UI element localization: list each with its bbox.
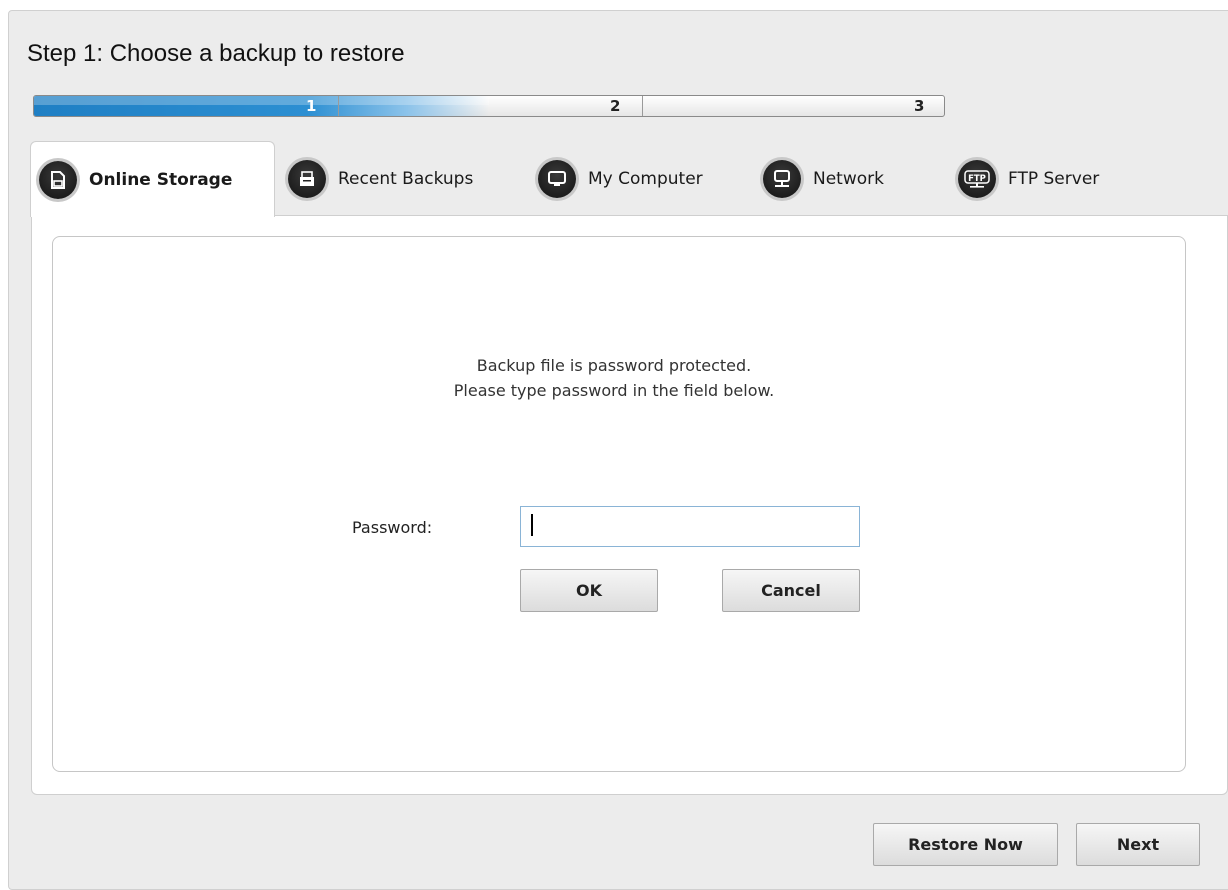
tab-label: Network — [813, 168, 884, 189]
tab-label: My Computer — [588, 168, 703, 189]
text-cursor — [531, 514, 533, 536]
tab-label: Recent Backups — [338, 168, 474, 189]
password-message-line-1: Backup file is password protected. — [476, 356, 752, 375]
ftp-icon-text: FTP — [968, 174, 986, 184]
ok-button[interactable]: OK — [520, 569, 658, 612]
ftp-server-icon: FTP — [958, 159, 996, 198]
cancel-button[interactable]: Cancel — [722, 569, 860, 612]
progress-fill — [34, 96, 489, 116]
wizard-progress-bar: 1 2 3 — [33, 95, 945, 117]
tab-label: Online Storage — [89, 169, 233, 190]
password-label: Password: — [352, 518, 433, 537]
tab-network[interactable]: Network — [755, 141, 935, 216]
step-number-3: 3 — [914, 97, 925, 115]
progress-divider — [338, 96, 339, 116]
step-number-1: 1 — [306, 97, 317, 115]
restore-now-button[interactable]: Restore Now — [873, 823, 1058, 866]
tab-ftp-server[interactable]: FTP FTP Server — [950, 141, 1150, 216]
password-prompt-box — [52, 236, 1186, 772]
password-field[interactable] — [520, 506, 860, 547]
tab-label: FTP Server — [1008, 168, 1100, 189]
online-storage-icon — [39, 160, 77, 199]
my-computer-icon — [538, 159, 576, 198]
tab-recent-backups[interactable]: Recent Backups — [280, 141, 520, 216]
tab-online-storage[interactable]: Online Storage — [30, 141, 275, 217]
progress-divider — [642, 96, 643, 116]
network-icon — [763, 159, 801, 198]
recent-backups-icon — [288, 159, 326, 198]
step-number-2: 2 — [610, 97, 621, 115]
step-title: Step 1: Choose a backup to restore — [27, 40, 405, 67]
tab-my-computer[interactable]: My Computer — [530, 141, 750, 216]
password-message-line-2: Please type password in the field below. — [453, 381, 775, 400]
next-button[interactable]: Next — [1076, 823, 1200, 866]
